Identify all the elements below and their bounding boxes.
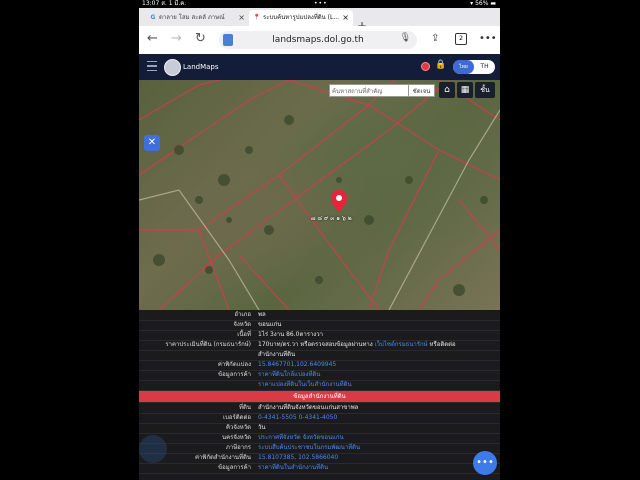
- dol-logo: [164, 59, 181, 76]
- reload-icon[interactable]: ↻: [195, 31, 206, 46]
- chat-widget-icon[interactable]: [139, 435, 167, 463]
- status-bar: 13:07 ส. 1 มี.ค. ••• ▾ 56% ▬: [139, 0, 500, 8]
- more-actions-button[interactable]: •••: [473, 451, 497, 475]
- language-th[interactable]: TH: [474, 60, 495, 74]
- forward-icon[interactable]: →: [171, 31, 182, 46]
- tablet-screen: 13:07 ส. 1 มี.ค. ••• ▾ 56% ▬ G ดาลาย โสม …: [139, 0, 500, 480]
- menu-icon[interactable]: [147, 61, 157, 71]
- battery-indicator: ▾ 56% ▬: [470, 0, 496, 7]
- close-tab-icon[interactable]: ×: [238, 10, 245, 26]
- home-icon[interactable]: ⌂: [439, 82, 455, 98]
- office-announcement-link[interactable]: ประกาศที่จังหวัด จังหวัดขอนแก่น: [258, 433, 494, 443]
- office-section-header: ข้อมูลสำนักงานที่ดิน: [139, 391, 500, 403]
- tax-system-link[interactable]: ระบบสืบค้นประชาชนในกรมพัฒนาที่ดิน: [258, 443, 494, 453]
- parcel-label: ๗ ๘ ๙ ๓ ๑ ๖ ๒: [311, 215, 352, 222]
- clear-search-button[interactable]: ชัดเจน: [409, 84, 435, 97]
- parcel-info-panel: อำเภอ พล จังหวัด ขอนแก่น เนื้อที่ 1ไร่ 3งาน…: [139, 310, 500, 480]
- office-coordinates-link[interactable]: 15.8107385, 102.5866040: [258, 453, 494, 463]
- status-dots: •••: [314, 0, 328, 7]
- grid-icon[interactable]: ▦: [457, 82, 473, 98]
- layers-button[interactable]: ชั้น: [475, 82, 495, 98]
- detail-row: ราคาแปลงที่ดินในเว็บสำนักงานที่ดิน: [139, 380, 500, 391]
- nearby-price-link[interactable]: ราคาที่ดินใกล้แปลงที่ดิน: [258, 370, 494, 380]
- office-row: ข้อมูลการค้า ราคาที่ดินในสำนักงานที่ดิน: [139, 463, 500, 474]
- browser-tab-1[interactable]: G ดาลาย โสม สะดลั ภาษณ์ ×: [145, 10, 249, 26]
- address-bar[interactable]: landsmaps.dol.go.th 🎙: [219, 31, 417, 49]
- tab-title: ระบบค้นหารูปแปลงที่ดิน (L...: [263, 14, 340, 21]
- location-pin-icon[interactable]: [331, 190, 347, 212]
- share-icon[interactable]: ⇪: [431, 33, 439, 44]
- status-time: 13:07 ส. 1 มี.ค.: [142, 0, 187, 7]
- treasury-website-link[interactable]: เว็บไซต์กรมธนารักษ์: [375, 341, 428, 348]
- map-pin-icon: 📍: [253, 14, 261, 21]
- language-thai[interactable]: ไทย: [453, 60, 474, 74]
- url-bar-row: ← → ↻ landsmaps.dol.go.th 🎙 ⇪ 2 •••: [139, 26, 500, 55]
- microphone-icon[interactable]: 🎙: [400, 33, 411, 43]
- office-phone-link[interactable]: 0-4341-5505 0-4341-4050: [258, 413, 494, 423]
- tab-title: ดาลาย โสม สะดลั ภาษณ์: [159, 14, 225, 21]
- language-toggle[interactable]: ไทย TH: [453, 60, 495, 74]
- close-tab-icon[interactable]: ×: [342, 10, 349, 26]
- satellite-map[interactable]: ค้นหาสถานที่สำคัญ ชัดเจน ⌂ ▦ ชั้น ✕ ๗ ๘ …: [139, 80, 500, 310]
- tab-switcher-button[interactable]: 2: [455, 33, 467, 45]
- more-menu-button[interactable]: •••: [479, 33, 497, 44]
- back-icon[interactable]: ←: [147, 31, 158, 46]
- app-name: LandMaps: [183, 63, 219, 71]
- url-text: landsmaps.dol.go.th: [272, 35, 364, 45]
- place-search-input[interactable]: ค้นหาสถานที่สำคัญ: [329, 84, 409, 97]
- measure-tool-icon[interactable]: ✕: [144, 135, 160, 151]
- browser-tab-bar: G ดาลาย โสม สะดลั ภาษณ์ × 📍 ระบบค้นหารูปแป…: [139, 8, 500, 33]
- lock-icon[interactable]: 🔒: [435, 60, 446, 70]
- office-trade-link[interactable]: ราคาที่ดินในสำนักงานที่ดิน: [258, 463, 494, 473]
- office-price-link[interactable]: ราคาแปลงที่ดินในเว็บสำนักงานที่ดิน: [258, 380, 494, 390]
- google-icon: G: [150, 14, 156, 21]
- app-header: LandMaps 🔒 ไทย TH: [139, 54, 500, 80]
- parcel-boundaries: [139, 80, 500, 310]
- parcel-coordinates-link[interactable]: 15.8467701,102.6409945: [258, 360, 494, 370]
- record-icon[interactable]: [421, 62, 430, 71]
- browser-tab-2[interactable]: 📍 ระบบค้นหารูปแปลงที่ดิน (L... ×: [249, 10, 353, 26]
